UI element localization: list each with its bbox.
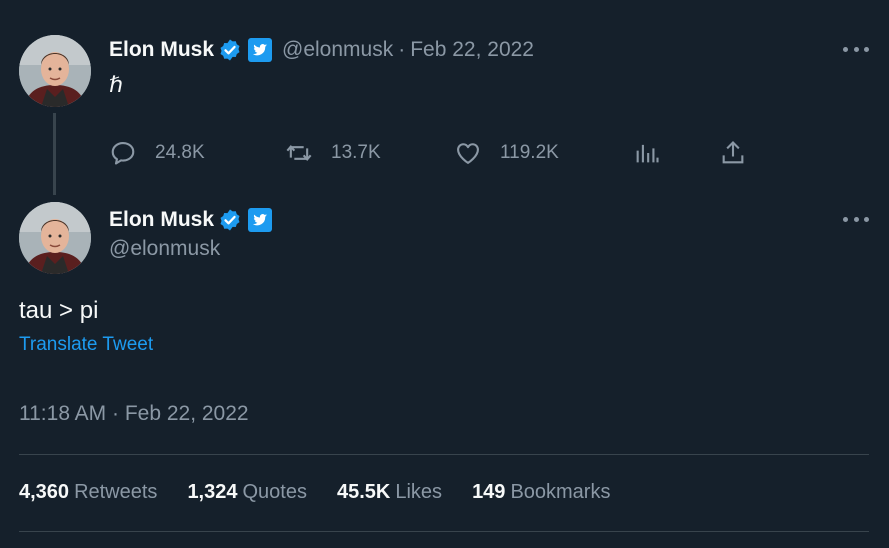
avatar-photo bbox=[19, 35, 91, 107]
stat-label: Bookmarks bbox=[510, 481, 611, 503]
separator-dot: · bbox=[398, 38, 406, 61]
tweet-timestamp[interactable]: 11:18 AM · Feb 22, 2022 bbox=[19, 402, 249, 426]
thread-connector-line bbox=[53, 113, 56, 195]
bookmarks-stat[interactable]: 149 Bookmarks bbox=[472, 481, 610, 504]
author-name[interactable]: Elon Musk bbox=[109, 208, 214, 232]
reply-icon bbox=[111, 142, 135, 165]
stat-value: 149 bbox=[472, 481, 506, 503]
tweet-header: Elon Musk bbox=[109, 206, 273, 234]
share-icon bbox=[722, 141, 744, 164]
avatar-photo bbox=[19, 202, 91, 274]
author-name[interactable]: Elon Musk bbox=[109, 38, 214, 62]
translate-tweet-link[interactable]: Translate Tweet bbox=[19, 334, 153, 356]
author-handle[interactable]: @elonmusk bbox=[282, 38, 393, 62]
stat-value: 45.5K bbox=[336, 481, 391, 503]
likes-stat[interactable]: 45.5K Likes bbox=[337, 481, 442, 504]
divider bbox=[19, 531, 869, 532]
divider bbox=[19, 454, 869, 455]
retweet-button[interactable]: 13.7K bbox=[285, 138, 381, 168]
like-button[interactable]: 119.2K bbox=[454, 138, 559, 168]
retweet-count: 13.7K bbox=[331, 142, 381, 163]
stat-label: Quotes bbox=[242, 481, 307, 503]
reply-count: 24.8K bbox=[155, 142, 205, 163]
tweet-thread: Elon Musk @elonmusk · Feb 22, 2022 ℏ 24.… bbox=[0, 0, 889, 548]
stat-value: 4,360 bbox=[19, 481, 70, 503]
reply-button[interactable]: 24.8K bbox=[109, 138, 205, 168]
tweet-date[interactable]: Feb 22, 2022 bbox=[410, 38, 534, 62]
retweet-icon bbox=[286, 144, 312, 162]
stat-value: 1,324 bbox=[187, 481, 238, 503]
tweet-text: tau > pi bbox=[19, 297, 99, 324]
more-icon[interactable] bbox=[843, 44, 869, 54]
avatar[interactable] bbox=[19, 202, 91, 274]
tweet-header: Elon Musk @elonmusk · Feb 22, 2022 bbox=[109, 36, 534, 64]
analytics-icon bbox=[636, 144, 659, 163]
author-handle[interactable]: @elonmusk bbox=[109, 237, 220, 261]
verified-badge-icon bbox=[220, 39, 240, 61]
twitter-bird-icon bbox=[248, 208, 273, 232]
like-icon bbox=[457, 143, 479, 164]
stat-label: Likes bbox=[395, 481, 443, 503]
tweet-stats: 4,360 Retweets 1,324 Quotes 45.5K Likes 149… bbox=[19, 481, 640, 504]
more-icon[interactable] bbox=[843, 214, 869, 224]
retweets-stat[interactable]: 4,360 Retweets bbox=[19, 481, 157, 504]
verified-badge-icon bbox=[220, 209, 240, 231]
share-button[interactable] bbox=[719, 138, 747, 168]
tweet-text: ℏ bbox=[109, 72, 123, 97]
analytics-button[interactable] bbox=[633, 138, 661, 168]
quotes-stat[interactable]: 1,324 Quotes bbox=[187, 481, 307, 504]
stat-label: Retweets bbox=[74, 481, 158, 503]
like-count: 119.2K bbox=[500, 142, 559, 163]
avatar[interactable] bbox=[19, 35, 91, 107]
twitter-bird-icon bbox=[248, 38, 273, 62]
